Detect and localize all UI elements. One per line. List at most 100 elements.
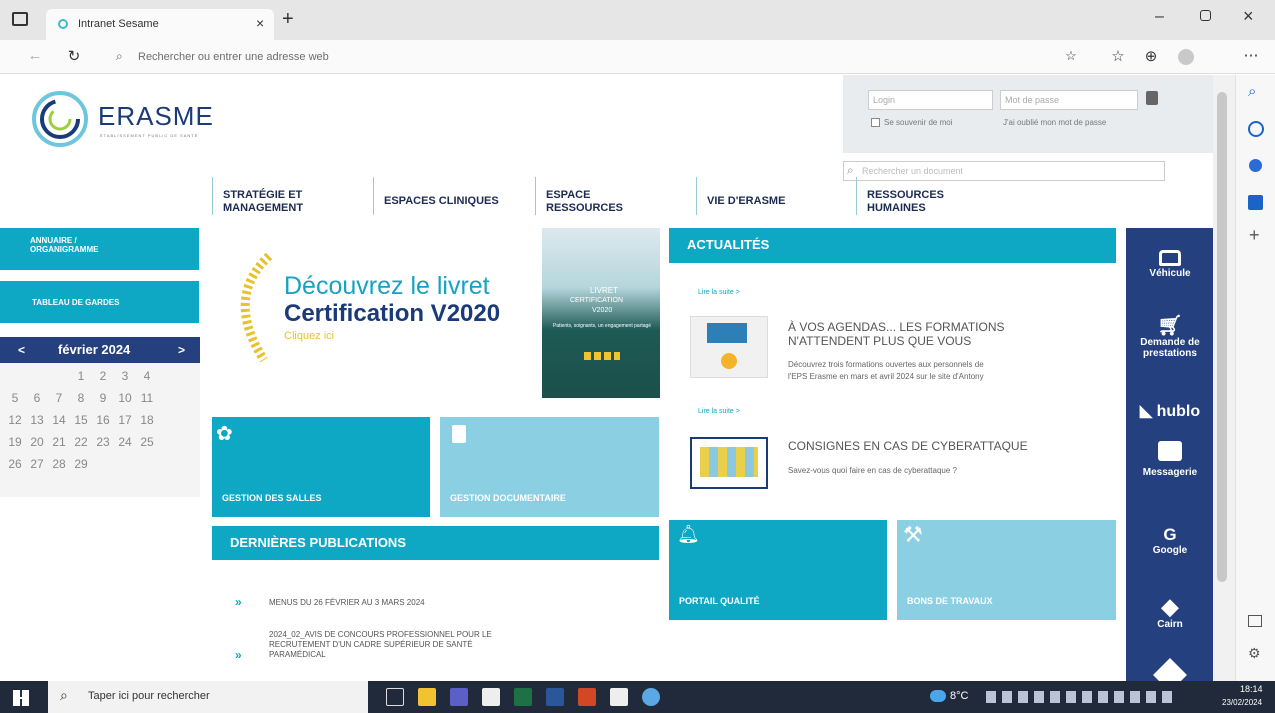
news-thumbnail[interactable] [690, 316, 768, 378]
powerpoint-icon[interactable] [578, 688, 596, 706]
news-read-more-link[interactable]: Lire la suite > [698, 408, 740, 415]
google-link[interactable]: G Google [1126, 525, 1213, 556]
lock-icon[interactable] [1146, 91, 1158, 105]
profile-avatar[interactable] [1178, 49, 1194, 65]
calendar-day[interactable]: 10 [114, 387, 136, 409]
scrollbar-thumb[interactable] [1217, 92, 1227, 582]
forgot-password-link[interactable]: J'ai oublié mon mot de passe [1003, 118, 1106, 127]
calendar-day[interactable]: 28 [48, 453, 70, 475]
calendar-day[interactable]: 11 [136, 387, 158, 409]
calendar-day[interactable]: 1 [70, 365, 92, 387]
office-icon[interactable] [1249, 159, 1262, 172]
nav-ressources-humaines[interactable]: RESSOURCES HUMAINES [856, 177, 944, 215]
outlook-icon[interactable] [1248, 195, 1263, 210]
task-view-icon[interactable] [386, 688, 404, 706]
banner-cta[interactable]: Cliquez ici [284, 330, 334, 342]
calendar-prev-button[interactable]: < [18, 343, 25, 357]
word-icon[interactable] [546, 688, 564, 706]
settings-icon[interactable]: ⚙ [1248, 645, 1261, 662]
calendar-day[interactable]: 27 [26, 453, 48, 475]
edge-icon[interactable] [642, 688, 660, 706]
bons-travaux-tile[interactable]: ⚒ BONS DE TRAVAUX [897, 520, 1116, 620]
tray-icons[interactable] [986, 691, 1174, 703]
calendar-day[interactable]: 13 [26, 409, 48, 431]
search-sidebar-icon[interactable]: ⌕ [1248, 83, 1256, 100]
password-field[interactable]: Mot de passe [1000, 90, 1138, 110]
news-item-title[interactable]: À VOS AGENDAS... LES FORMATIONS [788, 320, 1005, 334]
new-tab-icon[interactable]: + [282, 8, 294, 31]
calendar-day[interactable]: 7 [48, 387, 70, 409]
news-item-title[interactable]: CONSIGNES EN CAS DE CYBERATTAQUE [788, 439, 1028, 453]
minimize-icon[interactable]: – [1155, 8, 1164, 26]
more-menu-icon[interactable]: ⋯ [1240, 46, 1262, 64]
calendar-day[interactable]: 21 [48, 431, 70, 453]
clock-date[interactable]: 23/02/2024 [1222, 698, 1262, 707]
calendar-day[interactable]: 20 [26, 431, 48, 453]
calendar-day[interactable]: 3 [114, 365, 136, 387]
calendar-day[interactable]: 16 [92, 409, 114, 431]
refresh-icon[interactable]: ↻ [63, 47, 85, 65]
calendar-day[interactable]: 4 [136, 365, 158, 387]
calendar-day[interactable]: 19 [4, 431, 26, 453]
portail-qualite-tile[interactable]: 🔔︎ PORTAIL QUALITÉ [669, 520, 887, 620]
back-icon[interactable]: ← [24, 47, 46, 64]
teams-icon[interactable] [450, 688, 468, 706]
nav-espaces-cliniques[interactable]: ESPACES CLINIQUES [373, 177, 499, 215]
windows-start-icon[interactable] [13, 690, 29, 706]
calendar-day[interactable]: 26 [4, 453, 26, 475]
document-app-icon[interactable] [482, 688, 500, 706]
publication-item[interactable]: » MENUS DU 26 FÉVRIER AU 3 MARS 2024 [235, 595, 655, 615]
login-field[interactable]: Login [868, 90, 993, 110]
add-sidebar-icon[interactable]: + [1249, 225, 1260, 246]
calendar-day[interactable]: 18 [136, 409, 158, 431]
calendar-day[interactable]: 6 [26, 387, 48, 409]
publication-item[interactable]: 2024_02_AVIS DE CONCOURS PROFESSIONNEL P… [235, 628, 655, 668]
calendar-day[interactable]: 14 [48, 409, 70, 431]
browser-tab[interactable]: Intranet Sesame × [46, 9, 274, 40]
calendar-day[interactable]: 9 [92, 387, 114, 409]
remember-checkbox[interactable] [871, 118, 880, 127]
file-explorer-icon[interactable] [418, 688, 436, 706]
tab-close-icon[interactable]: × [256, 15, 264, 31]
weather-temp[interactable]: 8°C [950, 690, 968, 702]
close-window-icon[interactable]: × [1243, 6, 1254, 27]
bing-icon[interactable] [1248, 121, 1264, 137]
clock-time[interactable]: 18:14 [1240, 684, 1263, 694]
news-item-title-2[interactable]: N'ATTENDENT PLUS QUE VOUS [788, 334, 971, 348]
gestion-documentaire-tile[interactable]: GESTION DOCUMENTAIRE [440, 417, 659, 517]
gardes-button[interactable]: TABLEAU DE GARDES [0, 281, 199, 323]
hublo-link[interactable]: ◣ hublo [1126, 401, 1213, 421]
calendar-day[interactable]: 23 [92, 431, 114, 453]
weather-icon[interactable] [930, 690, 946, 702]
split-screen-icon[interactable] [1248, 615, 1262, 627]
nav-espace-ressources[interactable]: ESPACE RESSOURCES [535, 177, 623, 215]
notes-icon[interactable] [610, 688, 628, 706]
read-aloud-icon[interactable]: ☆ [1060, 48, 1082, 64]
calendar-day[interactable]: 29 [70, 453, 92, 475]
calendar-day[interactable]: 15 [70, 409, 92, 431]
restore-icon[interactable] [1200, 10, 1211, 21]
calendar-day[interactable]: 25 [136, 431, 158, 453]
cairn-link[interactable]: ◆ Cairn [1126, 595, 1213, 631]
news-read-more-link[interactable]: Lire la suite > [698, 289, 740, 296]
annuaire-button[interactable]: ANNUAIRE / ORGANIGRAMME [0, 228, 199, 270]
calendar-day[interactable]: 8 [70, 387, 92, 409]
nav-vie-erasme[interactable]: VIE D'ERASME [696, 177, 785, 215]
favorites-icon[interactable]: ☆ [1107, 47, 1129, 65]
calendar-day[interactable]: 22 [70, 431, 92, 453]
taskbar-search[interactable]: ⌕ Taper ici pour rechercher [48, 681, 368, 713]
calendar-next-button[interactable]: > [178, 343, 185, 357]
prestations-link[interactable]: 🛒︎ Demande de prestations [1126, 315, 1213, 359]
collections-icon[interactable]: ⊕ [1140, 47, 1162, 65]
calendar-day[interactable]: 5 [4, 387, 26, 409]
messagerie-link[interactable]: Messagerie [1126, 441, 1213, 478]
certification-banner[interactable]: Découvrez le livret Certification V2020 … [212, 228, 660, 418]
tab-actions-icon[interactable] [12, 12, 28, 26]
nav-strategie[interactable]: STRATÉGIE ET MANAGEMENT [212, 177, 303, 215]
calendar-day[interactable]: 12 [4, 409, 26, 431]
calendar-day[interactable]: 17 [114, 409, 136, 431]
address-field[interactable]: ⌕ Rechercher ou entrer une adresse web [108, 46, 1108, 68]
news-thumbnail[interactable] [690, 437, 768, 489]
calendar-day[interactable]: 24 [114, 431, 136, 453]
excel-icon[interactable] [514, 688, 532, 706]
